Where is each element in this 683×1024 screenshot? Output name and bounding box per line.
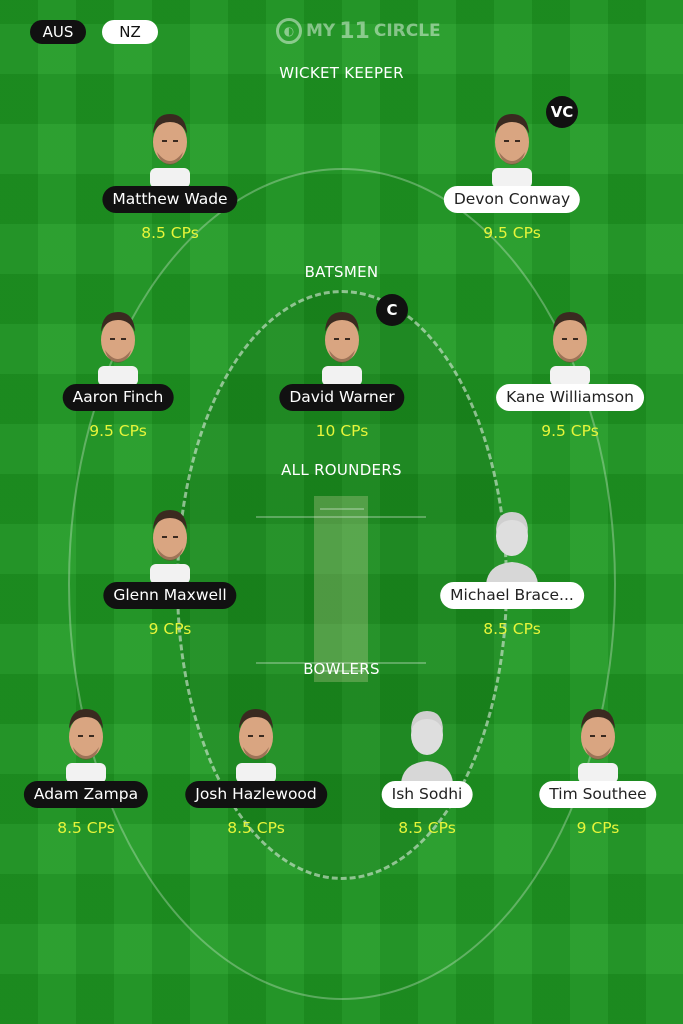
player-credit-points: 8.5 CPs bbox=[57, 819, 115, 837]
player-card-tim-southee[interactable]: Tim Southee 9 CPs bbox=[508, 703, 683, 843]
logo-number: 11 bbox=[339, 18, 370, 44]
player-credit-points: 9 CPs bbox=[576, 819, 620, 837]
player-photo bbox=[142, 108, 198, 188]
popping-crease-top bbox=[256, 516, 426, 518]
player-name: Michael Brace... bbox=[440, 582, 584, 609]
player-name: Adam Zampa bbox=[23, 781, 149, 808]
player-card-ish-sodhi[interactable]: Ish Sodhi 8.5 CPs bbox=[337, 703, 517, 843]
player-photo bbox=[58, 703, 114, 783]
player-credit-points: 10 CPs bbox=[315, 422, 369, 440]
player-name: Tim Southee bbox=[539, 781, 657, 808]
player-photo bbox=[228, 703, 284, 783]
player-name: Josh Hazlewood bbox=[185, 781, 327, 808]
placeholder-avatar-icon bbox=[484, 504, 540, 584]
section-bowlers: BOWLERS bbox=[303, 660, 380, 678]
player-photo bbox=[90, 306, 146, 386]
circle-logo-icon: ◐ bbox=[276, 18, 302, 44]
player-photo bbox=[484, 108, 540, 188]
vice-captain-badge: VC bbox=[546, 96, 578, 128]
player-name: Glenn Maxwell bbox=[103, 582, 237, 609]
player-photo bbox=[142, 504, 198, 584]
placeholder-avatar-icon bbox=[399, 703, 455, 783]
player-credit-points: 9.5 CPs bbox=[89, 422, 147, 440]
player-credit-points: 8.5 CPs bbox=[483, 620, 541, 638]
player-card-adam-zampa[interactable]: Adam Zampa 8.5 CPs bbox=[0, 703, 176, 843]
player-card-glenn-maxwell[interactable]: Glenn Maxwell 9 CPs bbox=[80, 504, 260, 644]
player-card-kane-williamson[interactable]: Kane Williamson 9.5 CPs bbox=[480, 306, 660, 446]
player-photo bbox=[542, 306, 598, 386]
player-name: Aaron Finch bbox=[62, 384, 174, 411]
player-credit-points: 9.5 CPs bbox=[541, 422, 599, 440]
player-photo bbox=[314, 306, 370, 386]
bowling-crease-top bbox=[320, 508, 364, 510]
player-credit-points: 9.5 CPs bbox=[483, 224, 541, 242]
player-card-josh-hazlewood[interactable]: Josh Hazlewood 8.5 CPs bbox=[166, 703, 346, 843]
player-photo bbox=[570, 703, 626, 783]
logo-prefix: MY bbox=[306, 21, 336, 41]
player-name: David Warner bbox=[279, 384, 405, 411]
logo-suffix: CIRCLE bbox=[373, 21, 441, 41]
player-card-aaron-finch[interactable]: Aaron Finch 9.5 CPs bbox=[28, 306, 208, 446]
section-all-rounders: ALL ROUNDERS bbox=[281, 461, 402, 479]
player-credit-points: 8.5 CPs bbox=[398, 819, 456, 837]
team-filter-aus[interactable]: AUS bbox=[30, 20, 86, 44]
player-card-matthew-wade[interactable]: Matthew Wade 8.5 CPs bbox=[80, 108, 260, 248]
player-name: Matthew Wade bbox=[102, 186, 238, 213]
section-batsmen: BATSMEN bbox=[304, 263, 379, 281]
player-credit-points: 8.5 CPs bbox=[141, 224, 199, 242]
team-filter-nz[interactable]: NZ bbox=[102, 20, 158, 44]
team-field: AUS NZ ◐ MY 11 CIRCLE WICKET KEEPER BATSME… bbox=[0, 0, 683, 1024]
player-card-devon-conway[interactable]: VC Devon Conway 9.5 CPs bbox=[422, 96, 602, 248]
pitch-strip bbox=[314, 496, 368, 682]
player-card-michael-bracewell[interactable]: Michael Brace... 8.5 CPs bbox=[422, 504, 602, 644]
captain-badge: C bbox=[376, 294, 408, 326]
player-name: Kane Williamson bbox=[496, 384, 644, 411]
player-name: Ish Sodhi bbox=[381, 781, 473, 808]
section-wicket-keeper: WICKET KEEPER bbox=[279, 64, 404, 82]
player-card-david-warner[interactable]: C David Warner 10 CPs bbox=[252, 294, 432, 446]
player-credit-points: 8.5 CPs bbox=[227, 819, 285, 837]
brand-logo: ◐ MY 11 CIRCLE bbox=[276, 16, 441, 46]
player-name: Devon Conway bbox=[443, 186, 581, 213]
player-credit-points: 9 CPs bbox=[148, 620, 192, 638]
